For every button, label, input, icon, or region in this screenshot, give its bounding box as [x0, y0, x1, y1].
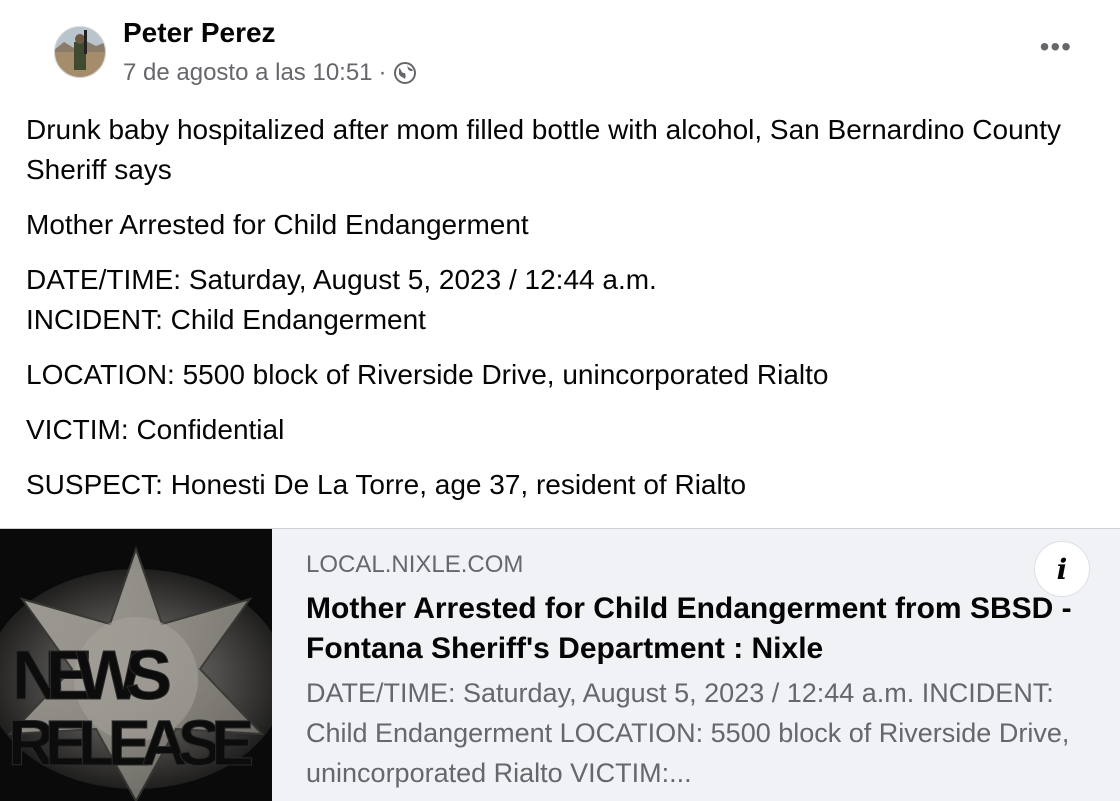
post-text: Drunk baby hospitalized after mom filled… [26, 110, 1096, 505]
post-paragraph: LOCATION: 5500 block of Riverside Drive,… [26, 359, 829, 390]
link-title[interactable]: Mother Arrested for Child Endangerment f… [306, 589, 1096, 669]
post-meta: 7 de agosto a las 10:51 · [123, 58, 417, 88]
author-name[interactable]: Peter Perez [123, 16, 276, 50]
thumbnail-text-line1: NEWS [12, 636, 172, 714]
info-icon[interactable]: i [1034, 541, 1090, 597]
post-paragraph: SUSPECT: Honesti De La Torre, age 37, re… [26, 469, 747, 500]
thumbnail-text-line2: RELEASE [8, 707, 254, 779]
more-options-button[interactable]: ••• [1040, 32, 1072, 62]
post-paragraph: VICTIM: Confidential [26, 414, 285, 445]
avatar[interactable] [54, 12, 106, 92]
link-preview-card[interactable]: NEWS RELEASE LOCAL.NIXLE.COM Mother Arre… [0, 528, 1120, 801]
link-description: DATE/TIME: Saturday, August 5, 2023 / 12… [306, 678, 1070, 788]
link-domain: LOCAL.NIXLE.COM [306, 551, 524, 578]
meta-separator: · [378, 59, 387, 86]
link-thumbnail[interactable]: NEWS RELEASE [0, 529, 272, 801]
link-preview-body[interactable]: LOCAL.NIXLE.COM Mother Arrested for Chil… [306, 549, 1096, 793]
post-paragraph: Mother Arrested for Child Endangerment [26, 209, 529, 240]
post-paragraph: DATE/TIME: Saturday, August 5, 2023 / 12… [26, 264, 657, 335]
globe-icon[interactable] [393, 61, 417, 85]
post-timestamp[interactable]: 7 de agosto a las 10:51 [123, 58, 373, 88]
post-paragraph: Drunk baby hospitalized after mom filled… [26, 114, 1062, 185]
